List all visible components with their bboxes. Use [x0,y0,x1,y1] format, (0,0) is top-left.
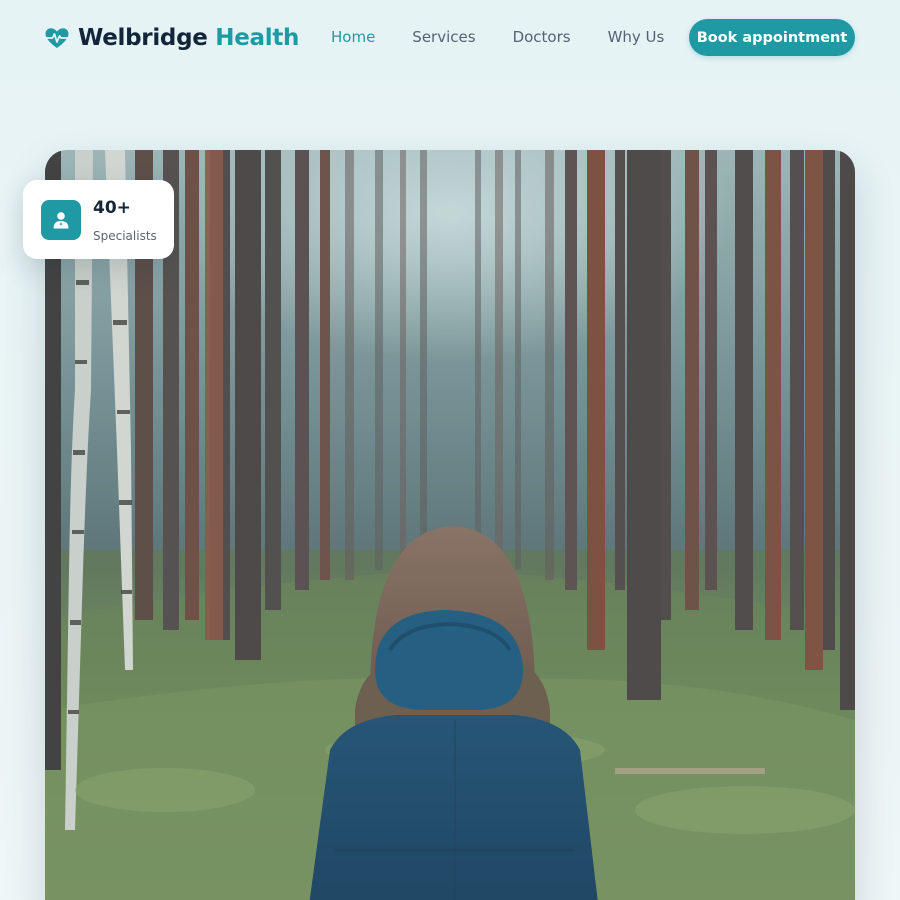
specialists-stat-card: 40+ Specialists [23,180,174,259]
nav-why-us[interactable]: Why Us [608,27,665,47]
heart-pulse-icon [45,28,69,48]
nav-home[interactable]: Home [331,27,375,47]
brand-logo[interactable]: Welbridge Health [44,22,299,54]
brand-wordmark: Welbridge Health [78,25,299,51]
stat-value: 40+ [93,198,131,218]
doctor-icon [41,200,81,240]
forest-photo [45,150,855,900]
book-appointment-button[interactable]: Book appointment [689,19,855,56]
nav-doctors[interactable]: Doctors [513,27,571,47]
stat-label: Specialists [93,229,157,243]
brand-name: Welbridge [78,25,208,51]
hero-image [45,150,855,900]
site-header: Welbridge Health Home Services Doctors W… [0,0,900,76]
nav-services[interactable]: Services [412,27,475,47]
brand-accent: Health [215,25,300,51]
main-nav: Home Services Doctors Why Us [331,27,664,47]
